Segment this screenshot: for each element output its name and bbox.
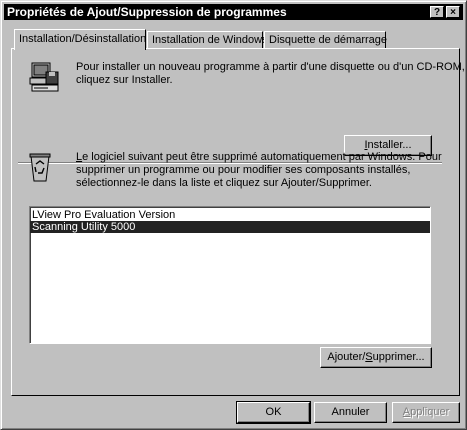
add-remove-button-mnemonic: S — [365, 351, 373, 363]
tab-install-uninstall[interactable]: Installation/Désinstallation — [14, 29, 146, 50]
list-item[interactable]: LView Pro Evaluation Version — [30, 209, 430, 221]
close-button[interactable]: × — [446, 6, 460, 18]
window-title: Propriétés de Ajout/Suppression de progr… — [7, 5, 287, 19]
install-instructions-line2: cliquez sur Installer. — [76, 74, 173, 86]
apply-button[interactable]: Appliquer — [392, 402, 460, 423]
tab-windows-setup[interactable]: Installation de Windows — [147, 31, 268, 49]
uninstall-instructions-line1: Le logiciel suivant peut être supprimé a… — [76, 151, 442, 164]
uninstall-instructions-line2: supprimer un programme ou pour modifier … — [76, 164, 411, 176]
installed-programs-list[interactable]: LView Pro Evaluation Version Scanning Ut… — [29, 206, 431, 344]
uninstall-instructions-line3: sélectionnez-le dans la liste et cliquez… — [76, 177, 372, 189]
add-remove-button-prefix: Ajouter/ — [327, 351, 366, 363]
floppy-computer-icon — [28, 60, 62, 94]
install-button-label: nstaller... — [367, 139, 412, 151]
title-bar[interactable]: Propriétés de Ajout/Suppression de progr… — [4, 4, 463, 20]
uninstall-line1-rest: e logiciel suivant peut être supprimé au… — [82, 151, 442, 163]
add-remove-button-rest: upprimer... — [372, 351, 425, 363]
help-button[interactable]: ? — [430, 6, 444, 18]
list-item-selected[interactable]: Scanning Utility 5000 — [30, 221, 430, 233]
tab-startup-disk[interactable]: Disquette de démarrage — [264, 31, 387, 49]
install-instructions-line1: Pour installer un nouveau programme à pa… — [76, 61, 465, 73]
apply-button-mnemonic: A — [402, 406, 411, 418]
recycle-bin-icon — [27, 150, 53, 184]
ok-button[interactable]: OK — [236, 401, 311, 424]
apply-button-rest: ppliquer — [410, 406, 450, 418]
cancel-button[interactable]: Annuler — [314, 402, 387, 423]
add-remove-button[interactable]: Ajouter/Supprimer... — [320, 347, 432, 368]
